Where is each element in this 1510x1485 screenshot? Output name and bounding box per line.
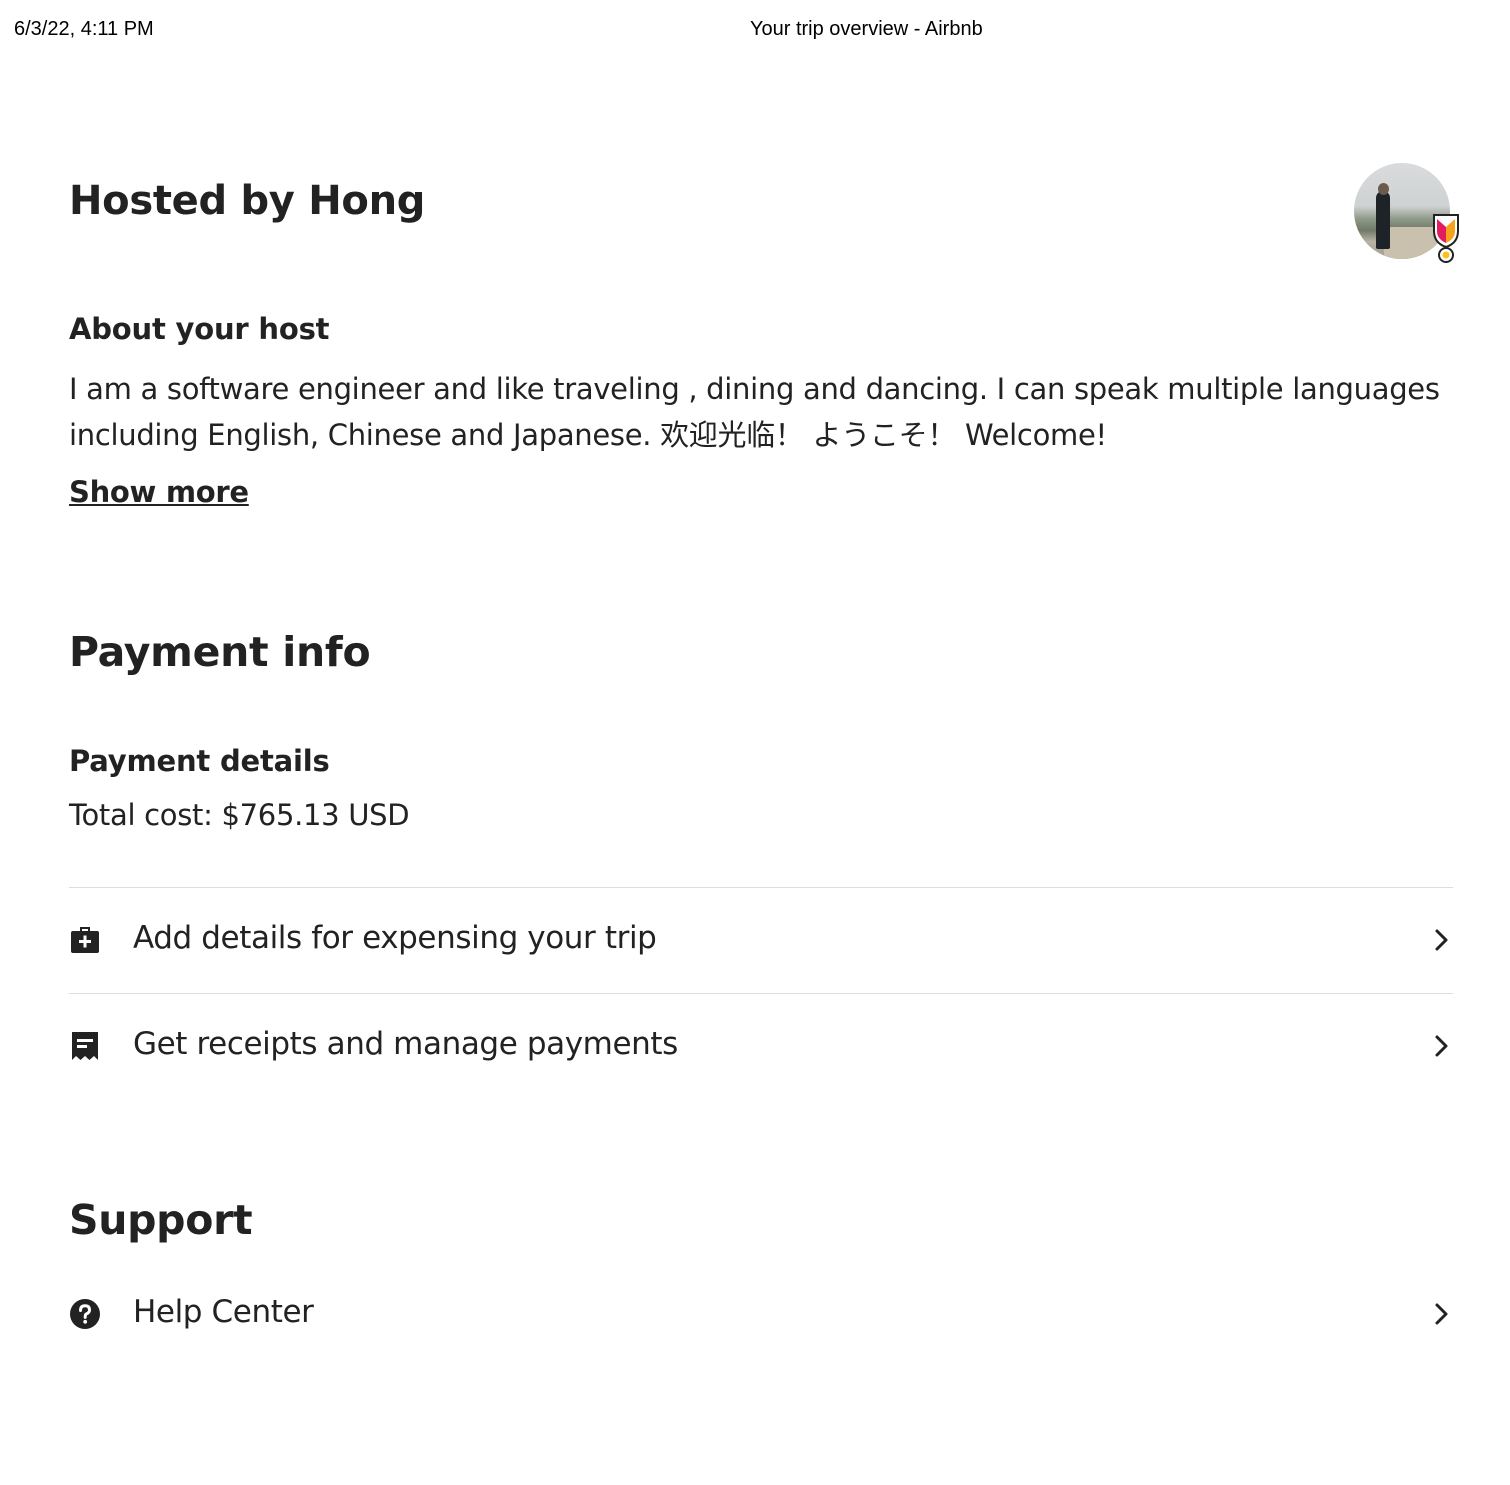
superhost-badge-icon	[1433, 214, 1459, 263]
receipt-icon	[72, 1032, 98, 1060]
chevron-right-icon	[1435, 929, 1448, 951]
about-host-title: About your host	[69, 312, 330, 346]
briefcase-plus-icon	[71, 927, 99, 953]
receipts-label: Get receipts and manage payments	[133, 1026, 678, 1062]
print-page-title: Your trip overview - Airbnb	[750, 18, 983, 40]
help-center-row[interactable]: Help Center	[69, 1284, 1453, 1344]
support-title: Support	[69, 1196, 253, 1244]
help-center-label: Help Center	[133, 1294, 314, 1330]
avatar-photo-head	[1378, 183, 1389, 195]
expense-details-label: Add details for expensing your trip	[133, 920, 657, 956]
host-section-title: Hosted by Hong	[69, 178, 426, 224]
expense-details-row[interactable]: Add details for expensing your trip	[69, 910, 1453, 970]
chevron-right-icon	[1435, 1035, 1448, 1057]
print-date: 6/3/22, 4:11 PM	[14, 18, 154, 40]
payment-info-title: Payment info	[69, 628, 371, 676]
chevron-right-icon	[1435, 1303, 1448, 1325]
total-cost: Total cost: $765.13 USD	[69, 798, 410, 832]
divider	[69, 887, 1453, 888]
show-more-link[interactable]: Show more	[69, 475, 249, 509]
avatar-photo-person	[1376, 191, 1390, 249]
help-circle-icon	[70, 1299, 100, 1329]
receipts-row[interactable]: Get receipts and manage payments	[69, 1016, 1453, 1076]
payment-details-title: Payment details	[69, 744, 330, 778]
about-host-text: I am a software engineer and like travel…	[69, 372, 1440, 452]
divider	[69, 993, 1453, 994]
print-header: 6/3/22, 4:11 PM Your trip overview - Air…	[0, 0, 1510, 60]
